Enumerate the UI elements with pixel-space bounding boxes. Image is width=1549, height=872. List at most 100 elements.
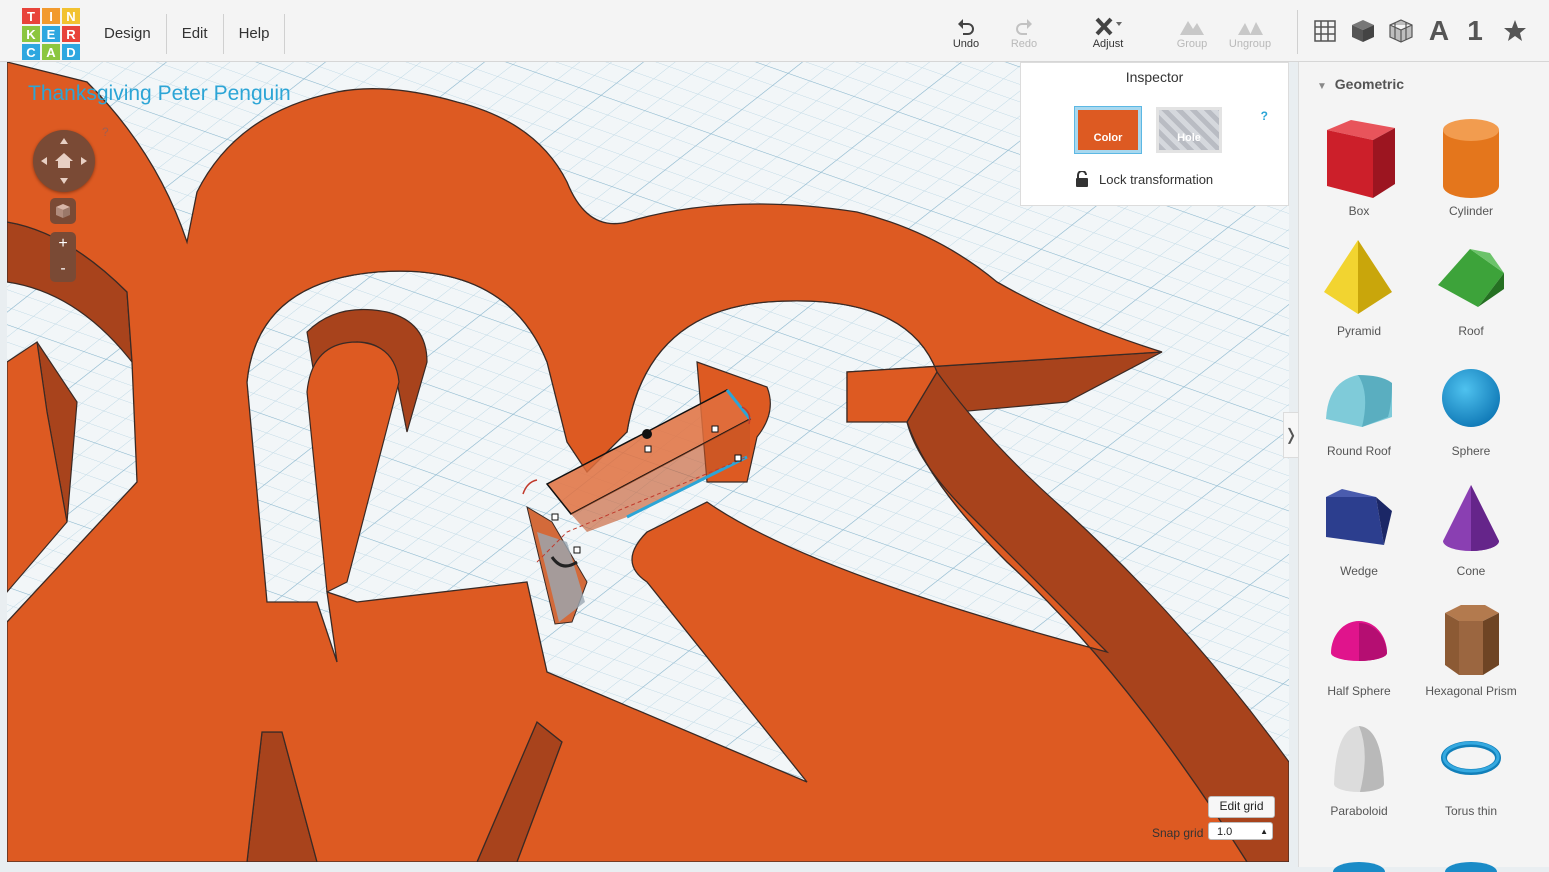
hexagonal-prism-shape-icon bbox=[1445, 605, 1499, 675]
ungroup-label: Ungroup bbox=[1228, 38, 1272, 50]
number-tool-button[interactable]: 1 bbox=[1460, 15, 1490, 46]
snap-grid-select[interactable]: 1.0 ▲ bbox=[1208, 822, 1273, 840]
view-cube-icon bbox=[56, 204, 70, 218]
lock-icon bbox=[1076, 171, 1088, 187]
shape-label: Paraboloid bbox=[1330, 804, 1388, 818]
adjust-label: Adjust bbox=[1092, 38, 1124, 50]
wedge-shape-icon bbox=[1326, 489, 1392, 545]
inspector-help-icon[interactable]: ? bbox=[1261, 109, 1268, 123]
sidebar-collapse-button[interactable]: ❭ bbox=[1283, 412, 1299, 458]
shape-label: Hexagonal Prism bbox=[1425, 684, 1517, 698]
shape-round-roof[interactable]: Round Roof bbox=[1303, 352, 1415, 458]
menu-help[interactable]: Help bbox=[224, 14, 286, 54]
shape-sphere[interactable]: Sphere bbox=[1415, 352, 1527, 458]
wireframe-cube-icon bbox=[1389, 19, 1413, 43]
resize-handle[interactable] bbox=[573, 546, 581, 554]
pyramid-shape-icon bbox=[1324, 240, 1392, 314]
shapes-sidebar: ▼ Geometric Box Cylinder Pyramid Roof Ro… bbox=[1298, 62, 1549, 872]
workplane-grid-icon bbox=[1314, 20, 1336, 42]
zoom-controls: + - bbox=[50, 232, 76, 282]
shape-label: Roof bbox=[1458, 324, 1484, 338]
nav-help-icon[interactable]: ? bbox=[102, 125, 109, 139]
menu-design[interactable]: Design bbox=[88, 14, 167, 54]
shape-label: Half Sphere bbox=[1327, 684, 1391, 698]
hole-button[interactable]: Hole bbox=[1156, 107, 1222, 153]
resize-handle[interactable] bbox=[734, 454, 742, 462]
paraboloid-shape-icon bbox=[1334, 726, 1384, 792]
ungroup-button[interactable]: Ungroup bbox=[1220, 16, 1280, 50]
edit-grid-button[interactable]: Edit grid bbox=[1208, 796, 1275, 818]
chevron-down-icon: ▼ bbox=[1317, 81, 1327, 92]
sphere-shape-icon bbox=[1442, 369, 1500, 427]
workplane-button[interactable] bbox=[1310, 16, 1340, 46]
zoom-in-button[interactable]: + bbox=[50, 232, 76, 257]
logo-letter: R bbox=[62, 26, 80, 42]
color-swatch-button[interactable]: Color bbox=[1075, 107, 1141, 153]
shape-label: Wedge bbox=[1340, 564, 1378, 578]
shape-cone[interactable]: Cone bbox=[1415, 472, 1527, 578]
shape-label: Sphere bbox=[1451, 444, 1491, 458]
top-toolbar: T I N K E R C A D Design Edit Help Undo … bbox=[0, 0, 1549, 62]
shape-label: Cylinder bbox=[1448, 204, 1493, 218]
resize-handle[interactable] bbox=[711, 425, 719, 433]
select-arrows-icon: ▲ bbox=[1260, 827, 1268, 836]
redo-label: Redo bbox=[1010, 38, 1038, 50]
undo-icon bbox=[958, 19, 974, 35]
lock-transformation-toggle[interactable]: Lock transformation bbox=[1075, 171, 1213, 187]
menu-edit[interactable]: Edit bbox=[167, 14, 224, 54]
shape-half-sphere[interactable]: Half Sphere bbox=[1303, 592, 1415, 698]
logo-letter: I bbox=[42, 8, 60, 24]
category-label: Geometric bbox=[1334, 76, 1405, 92]
height-handle[interactable] bbox=[642, 429, 652, 439]
shape-label: Box bbox=[1348, 204, 1370, 218]
project-title[interactable]: Thanksgiving Peter Penguin bbox=[28, 82, 291, 106]
text-tool-button[interactable]: A bbox=[1424, 15, 1454, 46]
chevron-right-icon: ❭ bbox=[1284, 427, 1298, 444]
tinkercad-logo[interactable]: T I N K E R C A D bbox=[22, 8, 80, 60]
redo-icon bbox=[1016, 19, 1032, 35]
resize-handle[interactable] bbox=[551, 513, 559, 521]
round-roof-shape-icon bbox=[1326, 375, 1392, 427]
shape-torus-thin[interactable]: Torus thin bbox=[1415, 712, 1527, 818]
cylinder-shape-icon bbox=[1443, 119, 1499, 198]
undo-button[interactable]: Undo bbox=[936, 16, 996, 50]
wireframe-view-button[interactable] bbox=[1386, 16, 1416, 46]
group-button[interactable]: Group bbox=[1162, 16, 1222, 50]
torus-thin-shape-icon bbox=[1441, 741, 1501, 775]
shape-pyramid[interactable]: Pyramid bbox=[1303, 232, 1415, 338]
cone-shape-icon bbox=[1443, 485, 1499, 551]
zoom-out-button[interactable]: - bbox=[50, 257, 76, 282]
main-menu: Design Edit Help bbox=[88, 14, 286, 54]
undo-label: Undo bbox=[952, 38, 980, 50]
view-cube-button[interactable] bbox=[50, 198, 76, 224]
toolbar-divider bbox=[1297, 10, 1298, 54]
redo-button[interactable]: Redo bbox=[994, 16, 1054, 50]
logo-letter: A bbox=[42, 44, 60, 60]
inspector-panel: Inspector Color Hole ? Lock transformati… bbox=[1020, 62, 1289, 206]
home-view-icon[interactable] bbox=[33, 130, 95, 192]
solid-view-button[interactable] bbox=[1348, 16, 1378, 46]
shape-label: Round Roof bbox=[1326, 444, 1392, 458]
snap-grid-value: 1.0 bbox=[1217, 826, 1233, 838]
group-icon bbox=[1180, 21, 1204, 35]
more-shapes-peek bbox=[1333, 862, 1497, 872]
group-label: Group bbox=[1176, 38, 1208, 50]
box-shape-icon bbox=[1327, 120, 1395, 198]
resize-handle[interactable] bbox=[644, 445, 652, 453]
shape-roof[interactable]: Roof bbox=[1415, 232, 1527, 338]
shape-paraboloid[interactable]: Paraboloid bbox=[1303, 712, 1415, 818]
favorites-button[interactable] bbox=[1500, 16, 1530, 46]
shape-box[interactable]: Box bbox=[1303, 112, 1415, 218]
adjust-icon bbox=[1095, 17, 1122, 36]
adjust-button[interactable]: Adjust bbox=[1078, 16, 1138, 50]
category-header[interactable]: ▼ Geometric bbox=[1317, 76, 1404, 92]
view-navigation[interactable] bbox=[33, 130, 95, 192]
snap-grid-label: Snap grid bbox=[1152, 826, 1204, 840]
logo-letter: T bbox=[22, 8, 40, 24]
shape-label: Cone bbox=[1456, 564, 1486, 578]
shape-cylinder[interactable]: Cylinder bbox=[1415, 112, 1527, 218]
logo-letter: C bbox=[22, 44, 40, 60]
shape-wedge[interactable]: Wedge bbox=[1303, 472, 1415, 578]
shape-hexagonal-prism[interactable]: Hexagonal Prism bbox=[1415, 592, 1527, 698]
logo-letter: D bbox=[62, 44, 80, 60]
